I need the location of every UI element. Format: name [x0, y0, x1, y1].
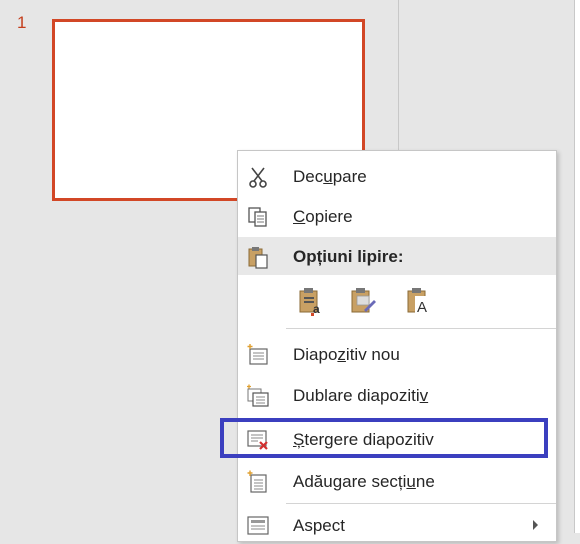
- slide-number: 1: [17, 13, 27, 32]
- menu-item-cut[interactable]: Decupare: [238, 157, 556, 195]
- copy-icon: [246, 205, 270, 229]
- layout-icon: [246, 514, 270, 538]
- svg-text:a: a: [313, 302, 320, 316]
- menu-item-label: Copiere: [293, 207, 353, 226]
- add-section-icon: [246, 470, 270, 494]
- scissors-icon: [246, 165, 270, 189]
- menu-item-label: Dublare diapozitiv: [293, 386, 429, 405]
- menu-item-duplicate-slide[interactable]: Dublare diapozitiv: [238, 376, 556, 414]
- duplicate-slide-icon: [246, 384, 270, 408]
- menu-item-label: Diapozitiv nou: [293, 345, 400, 364]
- menu-item-new-slide[interactable]: Diapozitiv nou: [238, 335, 556, 373]
- menu-item-label: Decupare: [293, 167, 367, 186]
- highlight-box: [220, 418, 548, 458]
- menu-item-layout[interactable]: Aspect: [238, 506, 556, 544]
- menu-item-add-section[interactable]: Adăugare secțiune: [238, 462, 556, 500]
- paste-use-destination-theme-icon[interactable]: a: [296, 286, 326, 316]
- svg-text:A: A: [417, 299, 427, 316]
- menu-separator: [286, 503, 556, 504]
- menu-item-copy[interactable]: Copiere: [238, 197, 556, 235]
- paste-keep-text-only-icon[interactable]: A: [404, 286, 434, 316]
- submenu-arrow-icon: [533, 520, 538, 530]
- menu-item-label: Aspect: [293, 516, 345, 535]
- menu-header-paste-options: Opțiuni lipire:: [238, 237, 556, 275]
- menu-item-label: Adăugare secțiune: [293, 472, 435, 491]
- paste-picture-icon[interactable]: [348, 286, 378, 316]
- slide-canvas-edge: [574, 0, 580, 533]
- new-slide-icon: [246, 343, 270, 367]
- context-menu: Decupare Copiere Opțiuni lipire: a A Dia…: [237, 150, 557, 542]
- clipboard-icon: [246, 245, 270, 269]
- menu-header-label: Opțiuni lipire:: [293, 247, 404, 266]
- menu-separator: [286, 328, 556, 329]
